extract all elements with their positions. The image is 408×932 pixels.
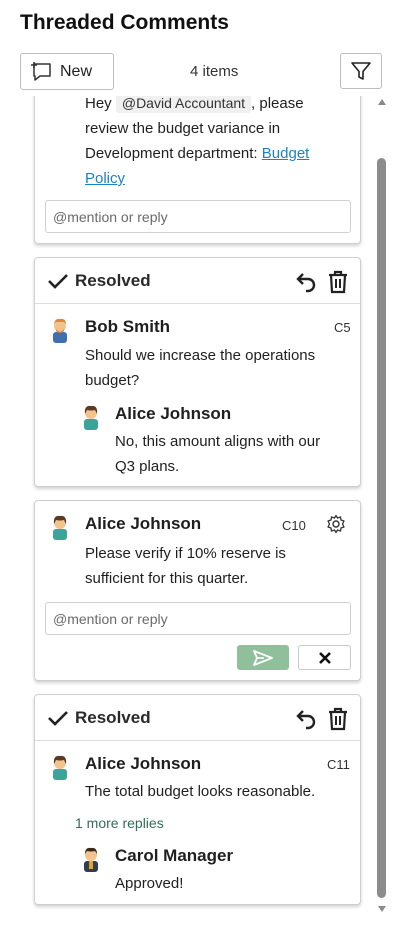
comment-list: Hey @David Accountant, please review the… — [14, 96, 394, 916]
resolved-status: Resolved — [75, 271, 151, 290]
avatar — [53, 318, 67, 343]
threaded-comments-pane: Threaded Comments New 4 items Hey @David… — [14, 0, 394, 932]
reply-input[interactable] — [45, 200, 351, 233]
comment-text: Should we increase the operations budget? — [85, 347, 316, 389]
resolved-status: Resolved — [75, 708, 151, 727]
comment-id: C11 — [327, 757, 350, 772]
toolbar: New 4 items — [20, 53, 382, 91]
resolved-header: Resolved — [35, 695, 360, 741]
trash-icon[interactable] — [327, 270, 349, 294]
avatar — [53, 515, 67, 540]
close-icon — [318, 651, 331, 664]
pane-title: Threaded Comments — [20, 11, 229, 34]
scroll-thumb[interactable] — [377, 158, 386, 898]
avatar — [84, 405, 98, 430]
resolved-header: Resolved — [35, 258, 360, 304]
comment-id: C5 — [334, 320, 351, 335]
cancel-button[interactable] — [298, 645, 351, 670]
more-replies-link[interactable]: 1 more replies — [75, 815, 164, 831]
scroll-down-arrow[interactable] — [378, 906, 386, 912]
reply-text: No, this amount aligns with our Q3 plans. — [115, 433, 321, 475]
mention-tag[interactable]: @David Accountant — [115, 96, 252, 113]
comment-card: Resolved Bob Smith C5 Should we increase… — [34, 257, 361, 487]
undo-icon[interactable] — [295, 707, 319, 731]
new-comment-button[interactable]: New — [20, 53, 114, 90]
filter-button[interactable] — [340, 53, 382, 89]
comment-author: Alice Johnson — [85, 514, 202, 533]
reply-author: Carol Manager — [115, 846, 234, 865]
send-button[interactable] — [237, 645, 289, 670]
reply-text: Approved! — [115, 875, 184, 892]
comment-author: Alice Johnson — [85, 754, 202, 773]
comment-author: Bob Smith — [85, 317, 170, 336]
check-icon — [48, 274, 68, 289]
reply-input[interactable] — [45, 602, 351, 635]
comment-text: The total budget looks reasonable. — [85, 783, 316, 800]
comment-card: Hey @David Accountant, please review the… — [34, 96, 361, 244]
send-icon — [253, 649, 273, 666]
undo-icon[interactable] — [295, 270, 319, 294]
comment-card: Alice Johnson C10 Please verify if 10% r… — [34, 500, 361, 681]
comment-card: Resolved Alice Johnson C11 The total bud… — [34, 694, 361, 905]
comment-body: Hey @David Accountant, please review the… — [85, 96, 355, 191]
trash-icon[interactable] — [327, 707, 349, 731]
avatar — [84, 847, 98, 872]
add-comment-icon — [31, 61, 51, 81]
avatar — [53, 755, 67, 780]
reply-author: Alice Johnson — [115, 404, 232, 423]
comment-text: Please verify if 10% reserve is sufficien… — [85, 545, 286, 587]
item-count: 4 items — [190, 63, 239, 80]
filter-icon — [351, 62, 371, 80]
scrollbar[interactable] — [376, 96, 388, 918]
comment-id: C10 — [282, 518, 306, 533]
new-button-label: New — [60, 62, 93, 80]
gear-icon[interactable] — [326, 514, 346, 534]
scroll-up-arrow[interactable] — [378, 99, 386, 105]
check-icon — [48, 711, 68, 726]
